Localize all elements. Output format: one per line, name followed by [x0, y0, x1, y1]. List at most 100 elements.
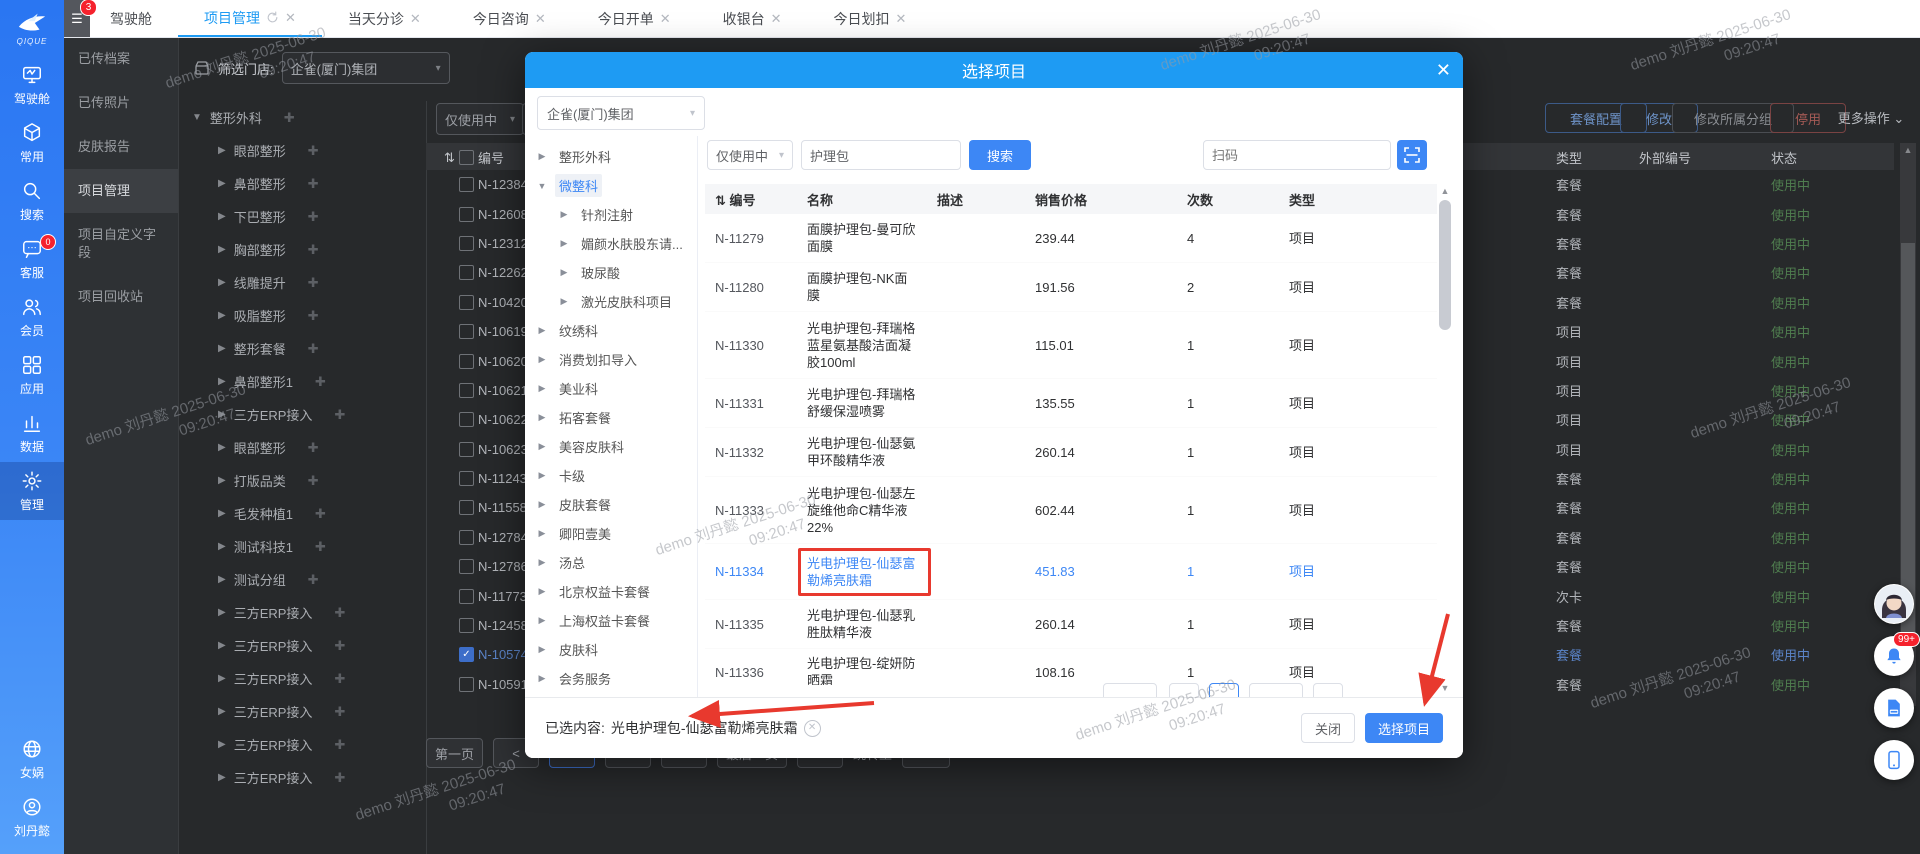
modal-tree-item[interactable]: ▶消费划扣导入 [525, 345, 697, 374]
tree-item[interactable]: ▶三方ERP接入✚ [178, 629, 426, 662]
scroll-up-icon[interactable]: ▲ [1437, 186, 1453, 196]
add-category-icon[interactable]: ✚ [308, 341, 319, 357]
page-first-button[interactable]: 第一页 [426, 738, 483, 768]
close-button[interactable]: 关闭 [1301, 713, 1355, 743]
scrollbar-thumb[interactable] [1439, 200, 1451, 330]
modal-tree-item[interactable]: ▶激光皮肤科项目 [525, 287, 697, 316]
row-checkbox[interactable] [459, 317, 474, 346]
tree-item[interactable]: ▶胸部整形✚ [178, 233, 426, 266]
row-checkbox[interactable] [459, 288, 474, 317]
app-logo[interactable]: QIQUE [0, 0, 64, 56]
tab-收银台[interactable]: 收银台✕ [697, 0, 808, 37]
add-category-icon[interactable]: ✚ [308, 572, 319, 588]
modal-tree-item[interactable]: ▶会务服务 [525, 664, 697, 693]
tree-item[interactable]: ▶测试分组✚ [178, 563, 426, 596]
modal-table-row[interactable]: N-11335光电护理包-仙瑟乳胜肽精华液260.141项目 [705, 600, 1437, 649]
add-category-icon[interactable]: ✚ [308, 143, 319, 159]
add-category-icon[interactable]: ✚ [334, 407, 345, 423]
scrollbar-thumb[interactable] [1901, 243, 1915, 643]
tab-项目管理[interactable]: 项目管理✕ [178, 0, 322, 37]
tree-item[interactable]: ▶三方ERP接入✚ [178, 596, 426, 629]
tree-item[interactable]: ▶打版品类✚ [178, 464, 426, 497]
toolbar-button-更多操作[interactable]: 更多操作 ⌄ [1820, 103, 1920, 131]
add-category-icon[interactable]: ✚ [334, 605, 345, 621]
tree-item[interactable]: ▶三方ERP接入✚ [178, 662, 426, 695]
documents-button[interactable] [1874, 688, 1914, 728]
sidebar-item-search[interactable]: 搜索 [0, 172, 64, 230]
mobile-button[interactable] [1874, 740, 1914, 780]
modal-tree-item[interactable]: ▶玻尿酸 [525, 258, 697, 287]
sidebar-item-nuwa[interactable]: 女娲 [0, 730, 64, 788]
tab-今日咨询[interactable]: 今日咨询✕ [447, 0, 572, 37]
scan-input[interactable] [1203, 140, 1391, 170]
close-tab-icon[interactable]: ✕ [896, 11, 907, 27]
close-tab-icon[interactable]: ✕ [771, 11, 782, 27]
notifications-button[interactable]: 99+ [1874, 636, 1914, 676]
add-category-icon[interactable]: ✚ [334, 770, 345, 786]
assistant-avatar[interactable] [1874, 584, 1914, 624]
tree-item[interactable]: ▶眼部整形✚ [178, 134, 426, 167]
row-checkbox[interactable] [459, 464, 474, 493]
tab-当天分诊[interactable]: 当天分诊✕ [322, 0, 447, 37]
tree-root[interactable]: ▼整形外科✚ [178, 101, 426, 134]
row-checkbox[interactable] [459, 405, 474, 434]
row-checkbox[interactable] [459, 523, 474, 552]
modal-tree-item[interactable]: ▶针剂注射 [525, 200, 697, 229]
modal-table-row[interactable]: N-11332光电护理包-仙瑟氨甲环酸精华液260.141项目 [705, 428, 1437, 477]
sidebar-item-common[interactable]: 常用 [0, 114, 64, 172]
tab-驾驶舱[interactable]: 驾驶舱 [84, 0, 178, 37]
modal-keyword-input[interactable] [801, 140, 961, 170]
modal-table-row[interactable]: N-11333光电护理包-仙瑟左旋维他命C精华液22%602.441项目 [705, 477, 1437, 544]
close-tab-icon[interactable]: ✕ [285, 10, 296, 26]
row-checkbox[interactable] [459, 346, 474, 375]
sidebar-item-dashboard[interactable]: 驾驶舱 [0, 56, 64, 114]
row-checkbox[interactable] [459, 493, 474, 522]
remove-selected-icon[interactable]: ✕ [804, 720, 821, 737]
modal-tree-item[interactable]: ▶皮肤套餐 [525, 490, 697, 519]
modal-tree-item[interactable]: ▶美容皮肤科 [525, 432, 697, 461]
row-checkbox[interactable] [459, 670, 474, 699]
close-tab-icon[interactable]: ✕ [535, 11, 546, 27]
tree-item[interactable]: ▶毛发种植1✚ [178, 497, 426, 530]
refresh-icon[interactable] [266, 11, 279, 24]
row-checkbox[interactable] [459, 376, 474, 405]
store-select[interactable]: 企雀(厦门)集团 ▾ [282, 52, 450, 84]
modal-table-row[interactable]: N-11279面膜护理包-曼可欣面膜239.444项目 [705, 214, 1437, 263]
sidebar-item-已传照片[interactable]: 已传照片 [64, 81, 178, 125]
row-checkbox[interactable] [459, 552, 474, 581]
tree-item[interactable]: ▶三方ERP接入✚ [178, 398, 426, 431]
add-category-icon[interactable]: ✚ [308, 176, 319, 192]
tree-item[interactable]: ▶整形套餐✚ [178, 332, 426, 365]
add-category-icon[interactable]: ✚ [334, 704, 345, 720]
select-all-checkbox[interactable] [459, 143, 474, 172]
tree-item[interactable]: ▶三方ERP接入✚ [178, 761, 426, 794]
modal-table-scrollbar[interactable]: ▲ ▼ [1437, 184, 1453, 697]
close-tab-icon[interactable]: ✕ [410, 11, 421, 27]
tab-今日开单[interactable]: 今日开单✕ [572, 0, 697, 37]
modal-tree-item[interactable]: ▶媚颜水肤股东请... [525, 229, 697, 258]
sidebar-item-皮肤报告[interactable]: 皮肤报告 [64, 125, 178, 169]
modal-table-row[interactable]: N-11280面膜护理包-NK面膜191.562项目 [705, 263, 1437, 312]
modal-tree-item[interactable]: ▶纹绣科 [525, 316, 697, 345]
modal-tree-item[interactable]: ▶上海权益卡套餐 [525, 606, 697, 635]
sidebar-item-data[interactable]: 数据 [0, 404, 64, 462]
tree-item[interactable]: ▶线雕提升✚ [178, 266, 426, 299]
modal-status-filter[interactable]: 仅使用中 ▾ [707, 140, 793, 170]
modal-tree-item[interactable]: ▶汤总 [525, 548, 697, 577]
sidebar-item-项目自定义字段[interactable]: 项目自定义字段 [64, 213, 178, 275]
scroll-up-icon[interactable]: ▲ [1900, 145, 1916, 155]
modal-table-row[interactable]: N-11334光电护理包-仙瑟富勒烯亮肤霜451.831项目 [705, 544, 1437, 600]
sidebar-item-项目回收站[interactable]: 项目回收站 [64, 275, 178, 319]
add-category-icon[interactable]: ✚ [308, 308, 319, 324]
row-checkbox[interactable] [459, 435, 474, 464]
select-project-button[interactable]: 选择项目 [1365, 713, 1443, 743]
sidebar-item-member[interactable]: 会员 [0, 288, 64, 346]
sidebar-item-user[interactable]: 刘丹懿 [0, 788, 64, 846]
close-icon[interactable]: ✕ [1436, 52, 1451, 88]
modal-tree-item[interactable]: ▶卡级 [525, 461, 697, 490]
add-category-icon[interactable]: ✚ [334, 737, 345, 753]
add-category-icon[interactable]: ✚ [334, 638, 345, 654]
tree-item[interactable]: ▶三方ERP接入✚ [178, 728, 426, 761]
row-checkbox[interactable] [459, 258, 474, 287]
sidebar-item-manage[interactable]: 管理 [0, 462, 64, 520]
